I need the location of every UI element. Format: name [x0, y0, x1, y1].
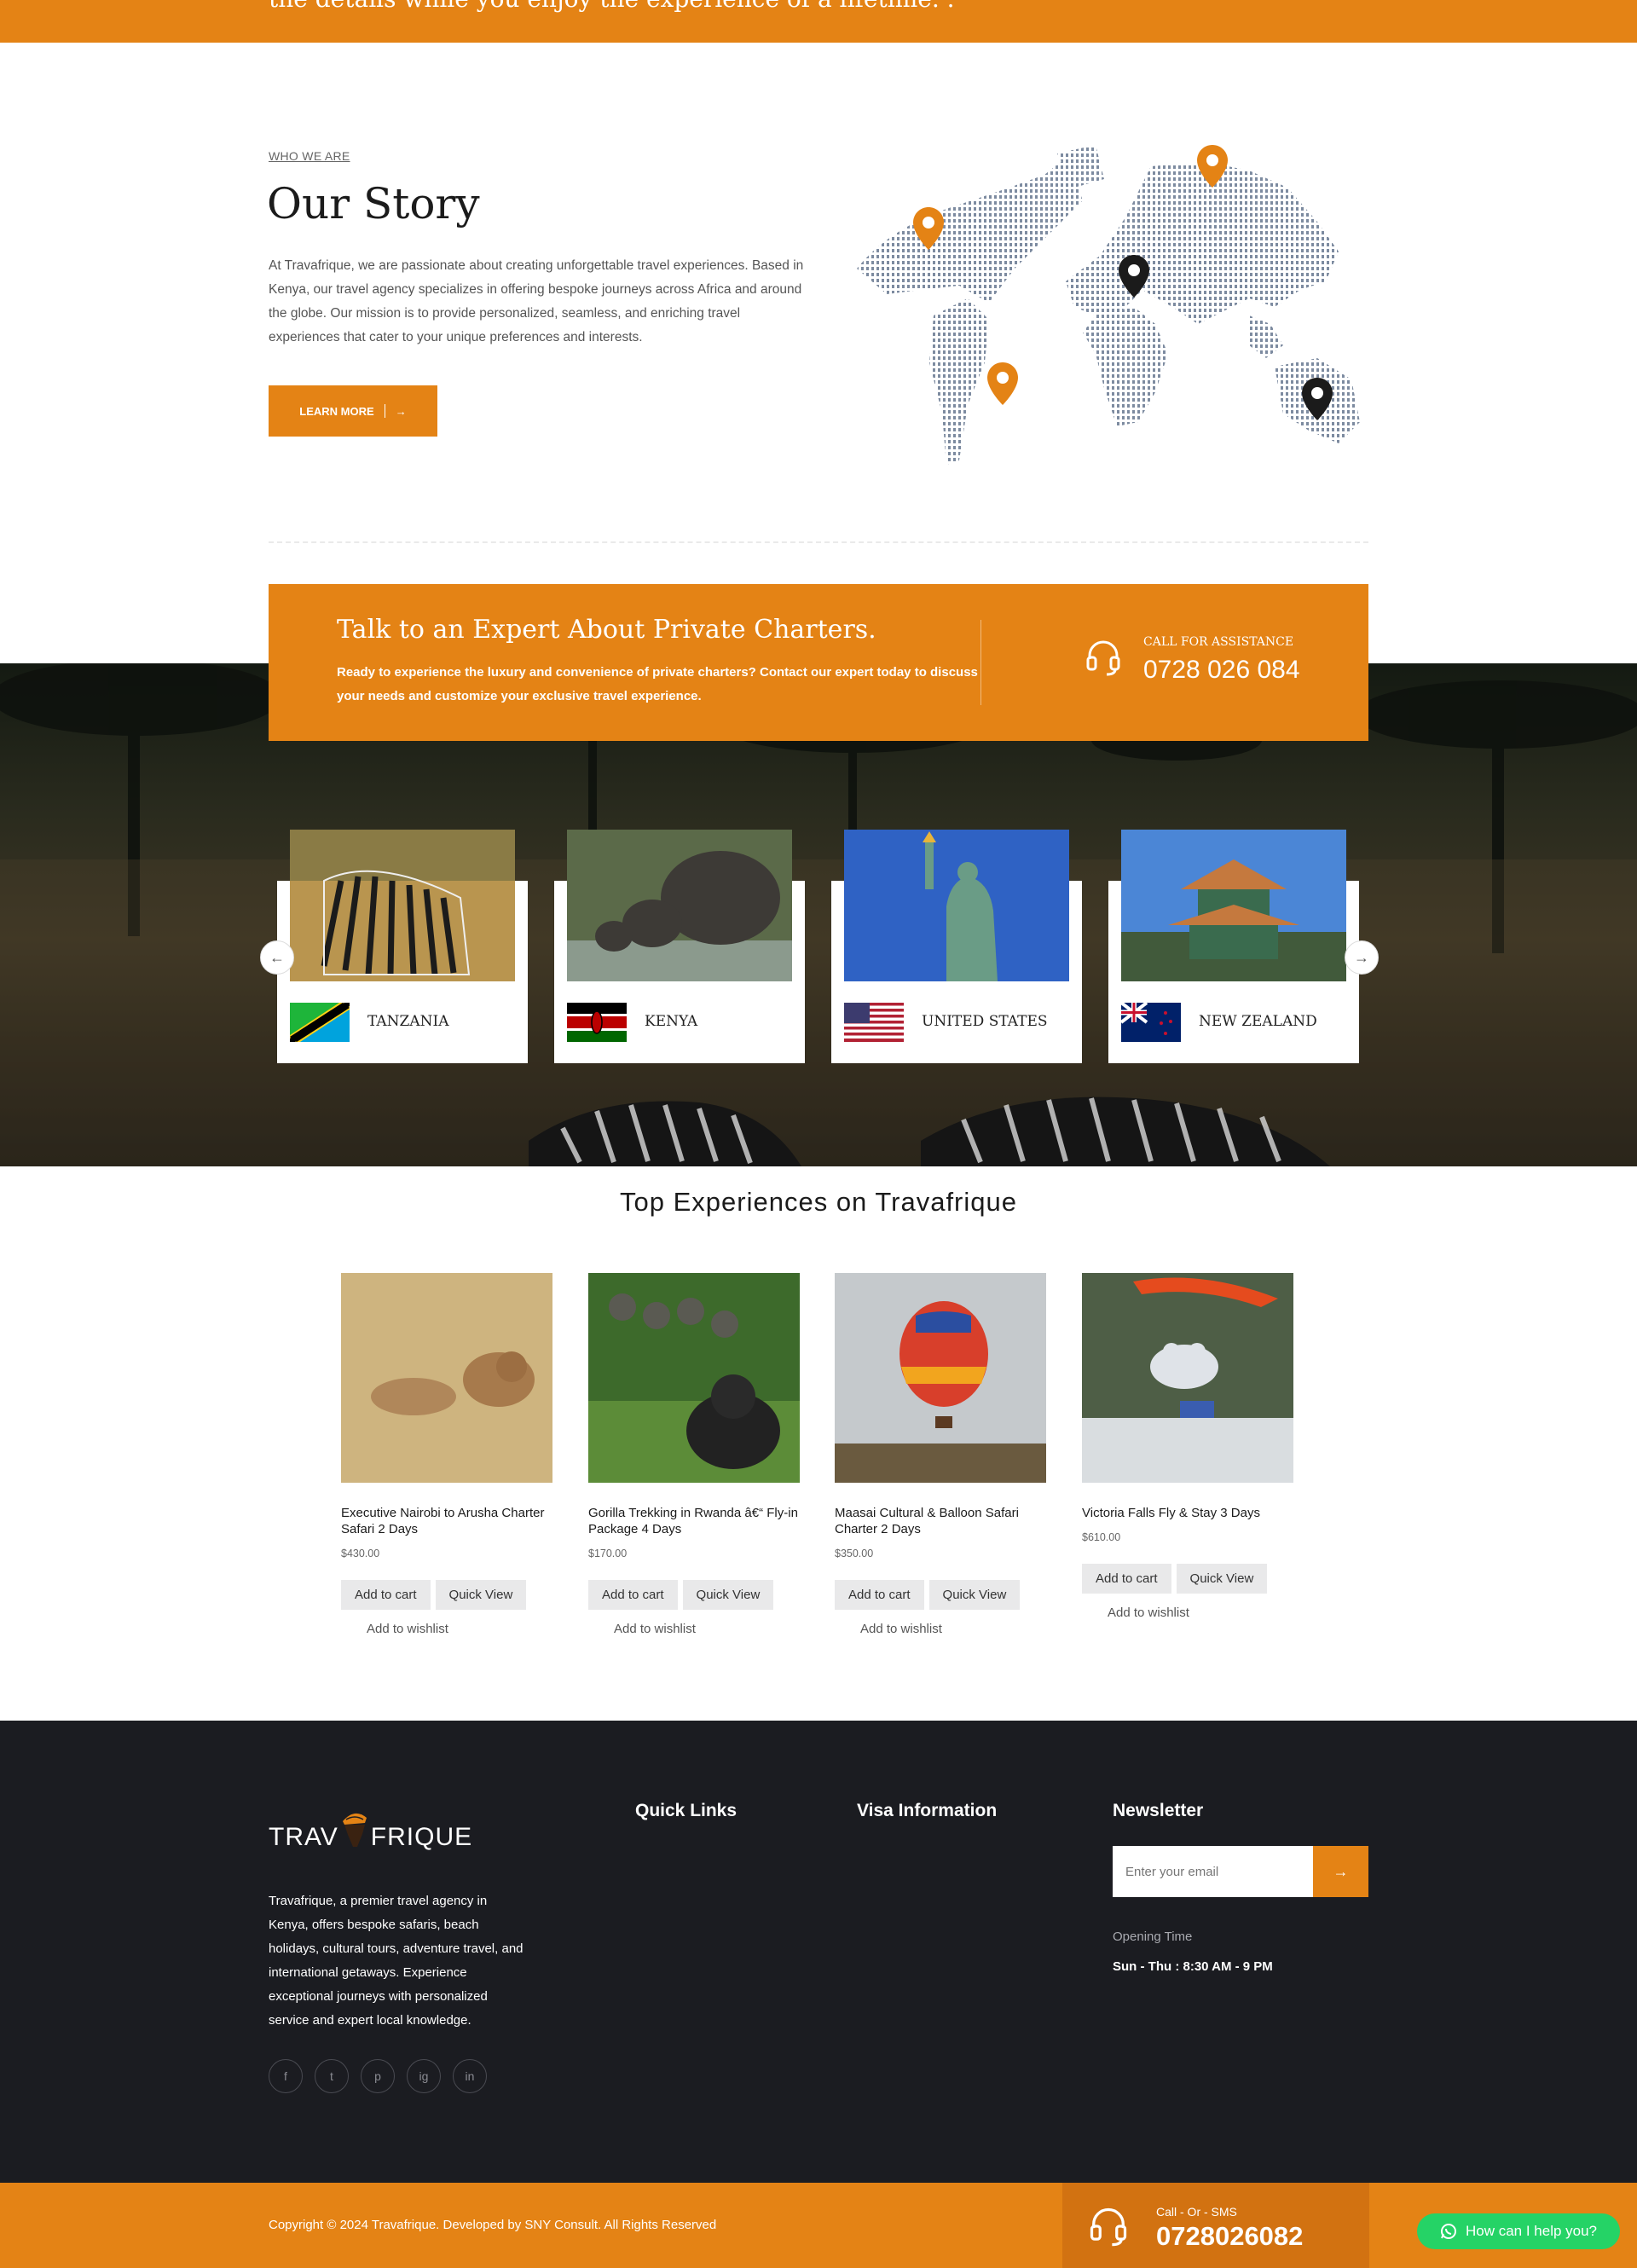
- africa-logo-icon: [342, 1813, 367, 1847]
- hot-air-balloon-image[interactable]: [835, 1273, 1046, 1483]
- learn-more-button[interactable]: LEARN MORE →: [269, 385, 437, 437]
- gorilla-trekking-image[interactable]: [588, 1273, 800, 1483]
- product-card: Victoria Falls Fly & Stay 3 Days $610.00…: [1082, 1273, 1293, 1620]
- add-to-cart-button[interactable]: Add to cart: [341, 1580, 431, 1610]
- add-to-cart-button[interactable]: Add to cart: [588, 1580, 678, 1610]
- world-map-illustration: [857, 145, 1360, 465]
- visa-information-heading: Visa Information: [857, 1801, 998, 1820]
- destination-name: NEW ZEALAND: [1199, 1013, 1317, 1030]
- slider-next-button[interactable]: →: [1345, 940, 1379, 975]
- add-to-cart-button[interactable]: Add to cart: [1082, 1564, 1171, 1594]
- arrow-left-icon: ←: [269, 948, 285, 966]
- whatsapp-chat-button[interactable]: How can I help you?: [1417, 2213, 1620, 2249]
- arrow-right-icon: →: [395, 404, 407, 418]
- pinterest-icon[interactable]: p: [361, 2059, 395, 2093]
- logo-text-right: FRIQUE: [370, 1823, 473, 1851]
- arrow-right-icon: →: [1354, 948, 1369, 966]
- footer: [0, 1721, 1637, 2183]
- lion-cubs-image[interactable]: [341, 1273, 552, 1483]
- newsletter-email-input[interactable]: [1113, 1846, 1313, 1897]
- kenya-flag-icon: [567, 1003, 627, 1042]
- opening-time-label: Opening Time: [1113, 1930, 1193, 1944]
- learn-more-label: LEARN MORE: [299, 404, 374, 418]
- arrow-right-icon: →: [1333, 1862, 1349, 1880]
- slider-prev-button[interactable]: ←: [260, 940, 294, 975]
- newsletter-submit-button[interactable]: →: [1313, 1846, 1368, 1897]
- destination-name: UNITED STATES: [922, 1013, 1048, 1030]
- pagoda-image: [1121, 830, 1346, 981]
- story-title: Our Story: [267, 179, 480, 229]
- add-to-wishlist-link[interactable]: Add to wishlist: [1082, 1606, 1293, 1620]
- travafrique-logo[interactable]: TRAV FRIQUE: [269, 1806, 472, 1852]
- product-price: $350.00: [835, 1548, 874, 1559]
- destination-name: KENYA: [645, 1013, 698, 1030]
- product-name[interactable]: Executive Nairobi to Arusha Charter Safa…: [341, 1505, 552, 1537]
- expert-banner: Talk to an Expert About Private Charters…: [269, 584, 1368, 741]
- product-price: $430.00: [341, 1548, 380, 1559]
- product-price: $610.00: [1082, 1531, 1121, 1543]
- quick-view-button[interactable]: Quick View: [928, 1580, 1021, 1610]
- add-to-wishlist-link[interactable]: Add to wishlist: [835, 1622, 1046, 1636]
- story-eyebrow: WHO WE ARE: [269, 149, 350, 163]
- facebook-icon[interactable]: f: [269, 2059, 303, 2093]
- bottom-bar: [0, 2183, 1637, 2268]
- destination-name: TANZANIA: [367, 1013, 449, 1030]
- newsletter-heading: Newsletter: [1113, 1801, 1204, 1820]
- microlight-flight-image[interactable]: [1082, 1273, 1293, 1483]
- add-to-wishlist-link[interactable]: Add to wishlist: [588, 1622, 800, 1636]
- new-zealand-flag-icon: [1121, 1003, 1181, 1042]
- elephants-image: [567, 830, 792, 981]
- tanzania-flag-icon: [290, 1003, 350, 1042]
- copyright-text: Copyright © 2024 Travafrique. Developed …: [269, 2218, 717, 2232]
- call-for-assistance-label: CALL FOR ASSISTANCE: [1143, 635, 1294, 649]
- add-to-cart-button[interactable]: Add to cart: [835, 1580, 924, 1610]
- product-price: $170.00: [588, 1548, 628, 1559]
- logo-text-left: TRAV: [269, 1823, 338, 1851]
- top-orange-strip: the details while you enjoy the experien…: [0, 0, 1637, 43]
- product-name[interactable]: Victoria Falls Fly & Stay 3 Days: [1082, 1505, 1293, 1521]
- product-name[interactable]: Maasai Cultural & Balloon Safari Charter…: [835, 1505, 1046, 1537]
- product-card: Maasai Cultural & Balloon Safari Charter…: [835, 1273, 1046, 1636]
- call-number[interactable]: 0728 026 084: [1143, 656, 1300, 685]
- headset-icon: [1086, 640, 1120, 676]
- section-divider: [269, 541, 1368, 543]
- headset-icon: [1090, 2207, 1127, 2247]
- call-or-sms-number[interactable]: 0728026082: [1156, 2221, 1303, 2252]
- product-card: Executive Nairobi to Arusha Charter Safa…: [341, 1273, 552, 1636]
- us-flag-icon: [844, 1003, 904, 1042]
- statue-of-liberty-image: [844, 830, 1069, 981]
- top-strip-text: the details while you enjoy the experien…: [269, 0, 955, 13]
- linkedin-icon[interactable]: in: [453, 2059, 487, 2093]
- story-body: At Travafrique, we are passionate about …: [269, 258, 804, 344]
- product-name[interactable]: Gorilla Trekking in Rwanda â€“ Fly-in Pa…: [588, 1505, 800, 1537]
- whatsapp-label: How can I help you?: [1465, 2223, 1598, 2239]
- instagram-icon[interactable]: ig: [407, 2059, 441, 2093]
- expert-banner-title: Talk to an Expert About Private Charters…: [337, 615, 876, 645]
- twitter-icon[interactable]: t: [315, 2059, 349, 2093]
- whatsapp-icon: [1440, 2224, 1456, 2239]
- experiences-title: Top Experiences on Travafrique: [620, 1187, 1017, 1217]
- banner-divider: [980, 620, 981, 705]
- zebras-image: [290, 830, 515, 981]
- expert-banner-text: Ready to experience the luxury and conve…: [337, 665, 978, 703]
- quick-view-button[interactable]: Quick View: [682, 1580, 774, 1610]
- quick-links-heading: Quick Links: [635, 1801, 738, 1820]
- call-or-sms-label: Call - Or - SMS: [1156, 2205, 1237, 2219]
- add-to-wishlist-link[interactable]: Add to wishlist: [341, 1622, 552, 1636]
- quick-view-button[interactable]: Quick View: [435, 1580, 527, 1610]
- opening-hours: Sun - Thu : 8:30 AM - 9 PM: [1113, 1959, 1273, 1974]
- quick-view-button[interactable]: Quick View: [1176, 1564, 1268, 1594]
- footer-about-text: Travafrique, a premier travel agency in …: [269, 1894, 523, 2028]
- product-card: Gorilla Trekking in Rwanda â€“ Fly-in Pa…: [588, 1273, 800, 1636]
